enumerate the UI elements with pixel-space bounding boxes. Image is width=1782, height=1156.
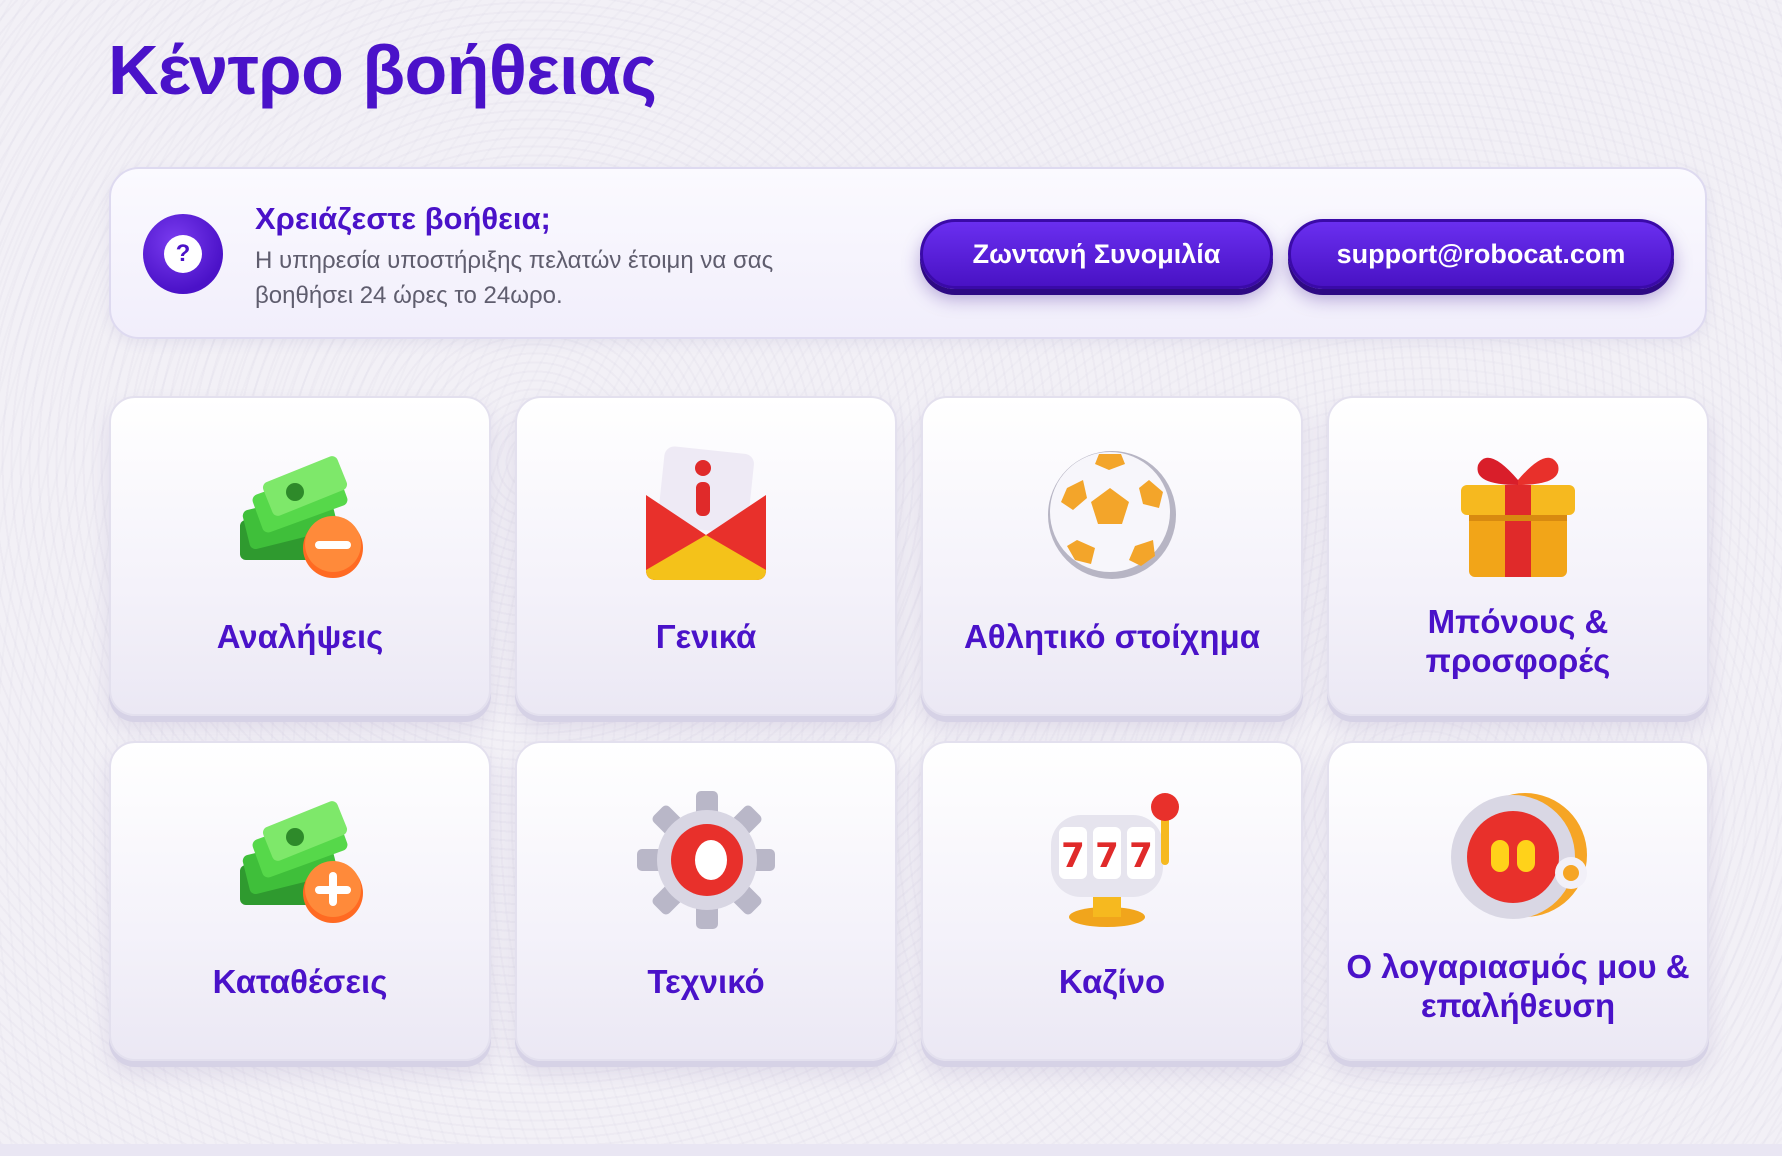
live-chat-button[interactable]: Ζωντανή Συνομιλία [920, 219, 1273, 289]
category-casino[interactable]: 7 7 7 Καζίνο [921, 741, 1303, 1061]
category-account-verification[interactable]: Ο λογαριασμός μου & επαλήθευση [1327, 741, 1709, 1061]
category-label: Αθλητικό στοίχημα [963, 618, 1261, 655]
money-minus-icon [240, 456, 363, 578]
robot-head-icon [1451, 793, 1587, 919]
category-general[interactable]: Γενικά [515, 396, 897, 716]
svg-text:7: 7 [1061, 836, 1085, 876]
category-label: Τεχνικό [647, 963, 765, 1000]
category-label: Καζίνο [1058, 963, 1166, 1000]
svg-text:7: 7 [1129, 836, 1153, 876]
soccer-ball-icon [1048, 451, 1176, 579]
category-label: Μπόνους & προσφορές [1425, 603, 1611, 679]
gear-icon [637, 791, 775, 929]
category-label: Γενικά [655, 618, 757, 655]
question-mark-icon: ? [143, 214, 223, 294]
category-label: Καταθέσεις [212, 963, 388, 1000]
money-plus-icon [240, 801, 363, 923]
slot-machine-icon: 7 7 7 [1051, 793, 1179, 927]
page-title: Κέντρο βοήθειας [108, 31, 657, 109]
help-description: Η υπηρεσία υποστήριξης πελατών έτοιμη να… [255, 247, 774, 309]
bottom-divider [0, 1144, 1782, 1156]
help-title: Χρειάζεστε βοήθεια; [255, 201, 551, 236]
help-banner: ? Χρειάζεστε βοήθεια; Η υπηρεσία υποστήρ… [109, 167, 1707, 339]
support-email-button[interactable]: support@robocat.com [1288, 219, 1674, 289]
gift-box-icon [1461, 457, 1575, 577]
category-label: Ο λογαριασμός μου & επαλήθευση [1346, 948, 1690, 1024]
category-bonuses-offers[interactable]: Μπόνους & προσφορές [1327, 396, 1709, 716]
svg-text:7: 7 [1095, 836, 1119, 876]
category-deposits[interactable]: Καταθέσεις [109, 741, 491, 1061]
category-withdrawals[interactable]: Αναλήψεις [109, 396, 491, 716]
category-sports-betting[interactable]: Αθλητικό στοίχημα [921, 396, 1303, 716]
info-envelope-icon [646, 446, 766, 580]
category-technical[interactable]: Τεχνικό [515, 741, 897, 1061]
category-label: Αναλήψεις [216, 618, 384, 655]
